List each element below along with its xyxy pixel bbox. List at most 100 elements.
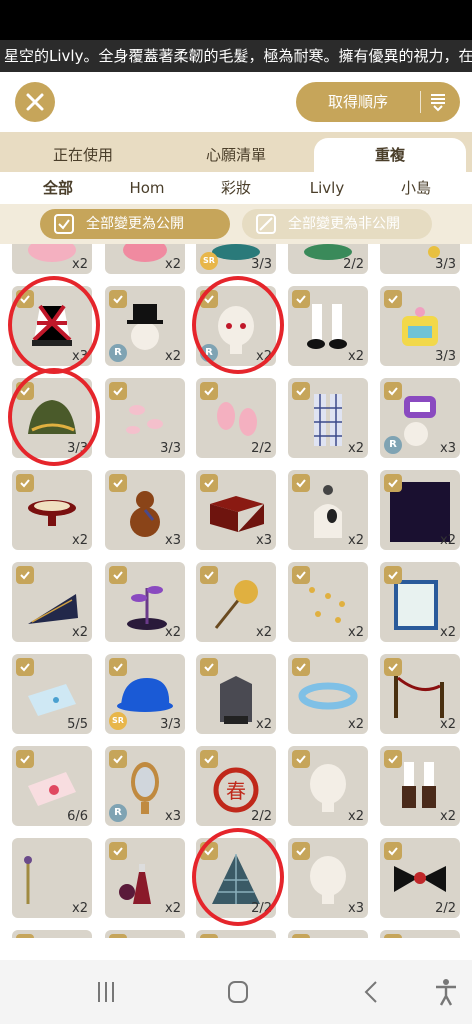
tab-in-use[interactable]: 正在使用 [10,138,156,172]
subtab-makeup[interactable]: 彩妝 [196,172,276,208]
selected-checkbox[interactable] [384,382,402,400]
item-cell-pink-petals-large[interactable]: 2/2 [196,378,276,458]
home-button[interactable] [220,976,256,1008]
sort-order-button[interactable]: 取得順序 [296,82,460,122]
item-cell-potion-bottles[interactable]: x2 [105,838,185,918]
selected-checkbox[interactable] [384,290,402,308]
item-cell-pink-creature[interactable]: x2 [105,244,185,274]
item-cell-purple-sprout[interactable]: x2 [105,562,185,642]
subtab-livly[interactable]: Livly [284,172,370,208]
item-cell-black-fan[interactable]: x2 [12,562,92,642]
item-cell-red-bowl[interactable]: x2 [12,470,92,550]
selected-checkbox[interactable] [109,842,127,860]
item-cell-partial-b[interactable] [105,930,185,938]
selected-checkbox[interactable] [109,474,127,492]
item-cell-brown-boots[interactable]: x2 [380,746,460,826]
make-all-private-button[interactable]: 全部變更為非公開 [242,209,432,239]
item-cell-gold-mirror[interactable]: Rx3 [105,746,185,826]
item-cell-green-hat[interactable]: 3/3 [12,378,92,458]
selected-checkbox[interactable] [109,566,127,584]
selected-checkbox[interactable] [292,382,310,400]
selected-checkbox[interactable] [109,750,127,768]
selected-checkbox[interactable] [384,934,402,938]
item-cell-grey-coat[interactable]: x2 [196,654,276,734]
item-cell-night-background[interactable]: x2 [380,470,460,550]
selected-checkbox[interactable] [292,290,310,308]
subtab-all[interactable]: 全部 [14,172,102,208]
selected-checkbox[interactable] [200,750,218,768]
selected-checkbox[interactable] [109,290,127,308]
item-cell-partial-c[interactable] [196,930,276,938]
item-cell-red-table[interactable]: x3 [196,470,276,550]
item-cell-purple-robot-head[interactable]: Rx3 [380,378,460,458]
item-cell-white-socks-shoes[interactable]: x2 [288,286,368,366]
make-all-public-button[interactable]: 全部變更為公開 [40,209,230,239]
selected-checkbox[interactable] [16,750,34,768]
item-cell-spring-lantern[interactable]: 春 2/2 [196,746,276,826]
selected-checkbox[interactable] [109,934,127,938]
item-cell-blue-livly-cap[interactable]: SR 3/3 [105,654,185,734]
item-cell-plaid-pants[interactable]: x2 [288,378,368,458]
selected-checkbox[interactable] [292,566,310,584]
selected-checkbox[interactable] [200,290,218,308]
item-cell-top-hat-head[interactable]: Rx2 [105,286,185,366]
back-button[interactable] [354,976,390,1008]
item-cell-green-bowl[interactable]: SR 3/3 [196,244,276,274]
item-cell-white-head[interactable]: x2 [288,746,368,826]
item-cell-black-bow[interactable]: 2/2 [380,838,460,918]
item-cell-gourd[interactable]: x3 [105,470,185,550]
item-cell-pink-snail[interactable]: x2 [12,244,92,274]
item-cell-gold-flakes[interactable]: x2 [288,562,368,642]
item-cell-partial-e[interactable] [380,930,460,938]
selected-checkbox[interactable] [292,474,310,492]
tab-duplicates[interactable]: 重複 [314,138,466,172]
selected-checkbox[interactable] [200,566,218,584]
selected-checkbox[interactable] [384,658,402,676]
item-grid-viewport[interactable]: x2 x2 SR 3/3 2/2 3/3 x3 Rx2 Rx2 x2 3/3 3/3 3/3 2/2 x2 R… [0,244,472,938]
item-cell-blue-flower-ring[interactable]: x2 [288,654,368,734]
selected-checkbox[interactable] [16,290,34,308]
item-cell-candelabra[interactable]: x2 [12,838,92,918]
item-cell-yellow-item[interactable]: 3/3 [380,244,460,274]
selected-checkbox[interactable] [109,658,127,676]
selected-checkbox[interactable] [292,658,310,676]
selected-checkbox[interactable] [16,934,34,938]
selected-checkbox[interactable] [109,382,127,400]
item-cell-necklace-bust[interactable]: x2 [288,470,368,550]
selected-checkbox[interactable] [200,474,218,492]
item-cell-yellow-machine[interactable]: 3/3 [380,286,460,366]
item-cell-partial-d[interactable] [288,930,368,938]
selected-checkbox[interactable] [200,658,218,676]
item-cell-golden-wand[interactable]: x2 [196,562,276,642]
item-cell-green-plant[interactable]: 2/2 [288,244,368,274]
selected-checkbox[interactable] [16,658,34,676]
selected-checkbox[interactable] [200,934,218,938]
selected-checkbox[interactable] [384,842,402,860]
selected-checkbox[interactable] [292,842,310,860]
item-cell-blue-envelope[interactable]: 5/5 [12,654,92,734]
selected-checkbox[interactable] [200,842,218,860]
selected-checkbox[interactable] [16,566,34,584]
item-cell-sign-board[interactable]: x2 [380,562,460,642]
selected-checkbox[interactable] [384,750,402,768]
selected-checkbox[interactable] [200,382,218,400]
selected-checkbox[interactable] [384,566,402,584]
selected-checkbox[interactable] [16,382,34,400]
subtab-island[interactable]: 小島 [378,172,454,208]
item-cell-rope-barrier[interactable]: x2 [380,654,460,734]
close-button[interactable] [15,82,55,122]
item-cell-partial-a[interactable] [12,930,92,938]
accessibility-button[interactable] [428,976,464,1008]
item-cell-pink-letter[interactable]: 6/6 [12,746,92,826]
selected-checkbox[interactable] [16,474,34,492]
item-cell-red-diamond-lampshade[interactable]: x3 [12,286,92,366]
selected-checkbox[interactable] [292,934,310,938]
item-cell-teal-cone-hat[interactable]: 2/2 [196,838,276,918]
subtab-hom[interactable]: Hom [108,172,186,208]
selected-checkbox[interactable] [292,750,310,768]
item-cell-sleepy-head[interactable]: x3 [288,838,368,918]
item-cell-red-eye-head[interactable]: Rx2 [196,286,276,366]
selected-checkbox[interactable] [384,474,402,492]
recent-apps-button[interactable] [88,976,124,1008]
tab-wishlist[interactable]: 心願清單 [160,138,312,172]
